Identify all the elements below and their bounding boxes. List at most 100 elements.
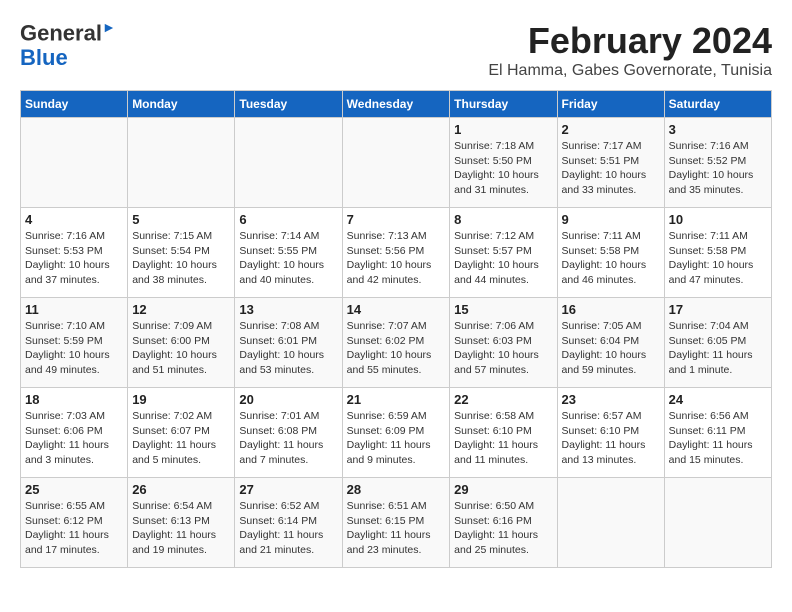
calendar-cell: 25 Sunrise: 6:55 AM Sunset: 6:12 PM Dayli… [21,478,128,568]
calendar-cell: 20 Sunrise: 7:01 AM Sunset: 6:08 PM Dayli… [235,388,342,478]
day-number: 19 [132,392,230,407]
day-number: 17 [669,302,767,317]
calendar-cell: 17 Sunrise: 7:04 AM Sunset: 6:05 PM Dayli… [664,298,771,388]
calendar-cell: 11 Sunrise: 7:10 AM Sunset: 5:59 PM Dayli… [21,298,128,388]
calendar-cell: 4 Sunrise: 7:16 AM Sunset: 5:53 PM Daylig… [21,208,128,298]
day-number: 5 [132,212,230,227]
logo-text: General► Blue [20,20,116,70]
day-info: Sunrise: 7:17 AM Sunset: 5:51 PM Dayligh… [562,139,660,198]
day-number: 18 [25,392,123,407]
calendar-cell: 8 Sunrise: 7:12 AM Sunset: 5:57 PM Daylig… [450,208,557,298]
calendar-cell: 15Sunrise: 7:06 AM Sunset: 6:03 PM Dayli… [450,298,557,388]
calendar: SundayMondayTuesdayWednesdayThursdayFrid… [20,90,772,568]
day-info: Sunrise: 7:09 AM Sunset: 6:00 PM Dayligh… [132,319,230,378]
day-number: 23 [562,392,660,407]
day-info: Sunrise: 6:54 AM Sunset: 6:13 PM Dayligh… [132,499,230,558]
calendar-cell: 18 Sunrise: 7:03 AM Sunset: 6:06 PM Dayli… [21,388,128,478]
day-number: 10 [669,212,767,227]
calendar-cell: 29 Sunrise: 6:50 AM Sunset: 6:16 PM Dayli… [450,478,557,568]
day-info: Sunrise: 7:16 AM Sunset: 5:53 PM Dayligh… [25,229,123,288]
day-number: 6 [239,212,337,227]
calendar-cell: 2Sunrise: 7:17 AM Sunset: 5:51 PM Daylig… [557,118,664,208]
day-number: 25 [25,482,123,497]
day-info: Sunrise: 7:14 AM Sunset: 5:55 PM Dayligh… [239,229,337,288]
day-info: Sunrise: 7:02 AM Sunset: 6:07 PM Dayligh… [132,409,230,468]
day-number: 11 [25,302,123,317]
day-info: Sunrise: 6:50 AM Sunset: 6:16 PM Dayligh… [454,499,552,558]
week-row-4: 18 Sunrise: 7:03 AM Sunset: 6:06 PM Dayli… [21,388,772,478]
month-title: February 2024 [488,20,772,62]
day-info: Sunrise: 7:08 AM Sunset: 6:01 PM Dayligh… [239,319,337,378]
week-row-3: 11 Sunrise: 7:10 AM Sunset: 5:59 PM Dayli… [21,298,772,388]
day-info: Sunrise: 7:13 AM Sunset: 5:56 PM Dayligh… [347,229,446,288]
day-number: 12 [132,302,230,317]
day-number: 9 [562,212,660,227]
day-number: 14 [347,302,446,317]
col-header-saturday: Saturday [664,91,771,118]
day-info: Sunrise: 7:05 AM Sunset: 6:04 PM Dayligh… [562,319,660,378]
day-info: Sunrise: 7:03 AM Sunset: 6:06 PM Dayligh… [25,409,123,468]
day-number: 13 [239,302,337,317]
day-number: 22 [454,392,552,407]
day-number: 8 [454,212,552,227]
col-header-sunday: Sunday [21,91,128,118]
header: General► Blue February 2024 El Hamma, Ga… [20,20,772,80]
day-info: Sunrise: 6:56 AM Sunset: 6:11 PM Dayligh… [669,409,767,468]
calendar-cell [342,118,450,208]
calendar-cell: 23 Sunrise: 6:57 AM Sunset: 6:10 PM Dayli… [557,388,664,478]
calendar-cell [235,118,342,208]
day-number: 4 [25,212,123,227]
col-header-friday: Friday [557,91,664,118]
calendar-cell [21,118,128,208]
day-number: 20 [239,392,337,407]
day-info: Sunrise: 7:07 AM Sunset: 6:02 PM Dayligh… [347,319,446,378]
day-info: Sunrise: 6:58 AM Sunset: 6:10 PM Dayligh… [454,409,552,468]
day-info: Sunrise: 6:52 AM Sunset: 6:14 PM Dayligh… [239,499,337,558]
location-title: El Hamma, Gabes Governorate, Tunisia [488,62,772,80]
calendar-cell: 22 Sunrise: 6:58 AM Sunset: 6:10 PM Dayli… [450,388,557,478]
calendar-cell: 1 Sunrise: 7:18 AM Sunset: 5:50 PM Daylig… [450,118,557,208]
day-number: 27 [239,482,337,497]
day-info: Sunrise: 6:51 AM Sunset: 6:15 PM Dayligh… [347,499,446,558]
day-info: Sunrise: 6:57 AM Sunset: 6:10 PM Dayligh… [562,409,660,468]
col-header-wednesday: Wednesday [342,91,450,118]
calendar-cell [128,118,235,208]
day-number: 16 [562,302,660,317]
calendar-cell: 3 Sunrise: 7:16 AM Sunset: 5:52 PM Daylig… [664,118,771,208]
day-info: Sunrise: 7:16 AM Sunset: 5:52 PM Dayligh… [669,139,767,198]
day-info: Sunrise: 7:11 AM Sunset: 5:58 PM Dayligh… [562,229,660,288]
col-header-monday: Monday [128,91,235,118]
logo: General► Blue [20,20,116,70]
day-number: 24 [669,392,767,407]
calendar-cell: 12 Sunrise: 7:09 AM Sunset: 6:00 PM Dayli… [128,298,235,388]
day-number: 26 [132,482,230,497]
day-number: 7 [347,212,446,227]
calendar-cell: 16 Sunrise: 7:05 AM Sunset: 6:04 PM Dayli… [557,298,664,388]
day-info: Sunrise: 7:04 AM Sunset: 6:05 PM Dayligh… [669,319,767,378]
day-info: Sunrise: 7:15 AM Sunset: 5:54 PM Dayligh… [132,229,230,288]
day-info: Sunrise: 7:10 AM Sunset: 5:59 PM Dayligh… [25,319,123,378]
week-row-2: 4 Sunrise: 7:16 AM Sunset: 5:53 PM Daylig… [21,208,772,298]
day-info: Sunrise: 7:11 AM Sunset: 5:58 PM Dayligh… [669,229,767,288]
day-number: 29 [454,482,552,497]
calendar-cell: 28 Sunrise: 6:51 AM Sunset: 6:15 PM Dayli… [342,478,450,568]
day-number: 3 [669,122,767,137]
day-info: Sunrise: 7:06 AM Sunset: 6:03 PM Dayligh… [454,319,552,378]
calendar-cell [664,478,771,568]
day-info: Sunrise: 7:12 AM Sunset: 5:57 PM Dayligh… [454,229,552,288]
week-row-5: 25 Sunrise: 6:55 AM Sunset: 6:12 PM Dayli… [21,478,772,568]
title-area: February 2024 El Hamma, Gabes Governorat… [488,20,772,80]
day-number: 28 [347,482,446,497]
day-number: 1 [454,122,552,137]
calendar-cell: 21Sunrise: 6:59 AM Sunset: 6:09 PM Dayli… [342,388,450,478]
day-info: Sunrise: 6:59 AM Sunset: 6:09 PM Dayligh… [347,409,446,468]
calendar-cell: 13 Sunrise: 7:08 AM Sunset: 6:01 PM Dayli… [235,298,342,388]
calendar-cell: 6 Sunrise: 7:14 AM Sunset: 5:55 PM Daylig… [235,208,342,298]
calendar-cell: 14 Sunrise: 7:07 AM Sunset: 6:02 PM Dayli… [342,298,450,388]
day-info: Sunrise: 7:18 AM Sunset: 5:50 PM Dayligh… [454,139,552,198]
week-row-1: 1 Sunrise: 7:18 AM Sunset: 5:50 PM Daylig… [21,118,772,208]
day-info: Sunrise: 7:01 AM Sunset: 6:08 PM Dayligh… [239,409,337,468]
calendar-cell: 10 Sunrise: 7:11 AM Sunset: 5:58 PM Dayli… [664,208,771,298]
day-info: Sunrise: 6:55 AM Sunset: 6:12 PM Dayligh… [25,499,123,558]
col-header-tuesday: Tuesday [235,91,342,118]
